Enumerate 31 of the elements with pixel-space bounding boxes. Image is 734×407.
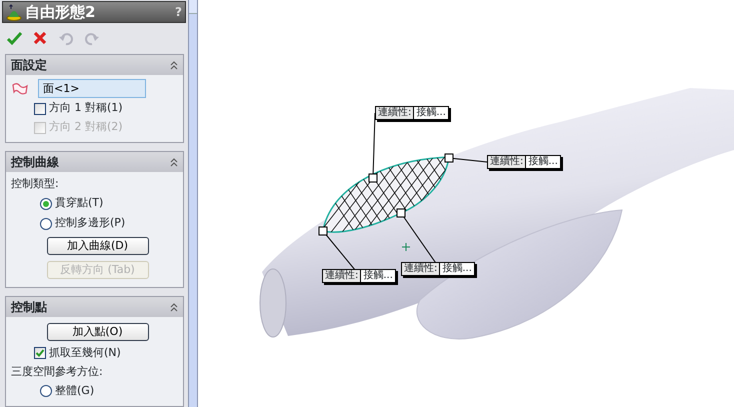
continuity-callout[interactable]: 連續性: 接觸... [401,262,475,276]
checkbox[interactable]: 方向 1 對稱(1) [10,100,179,117]
cancel-x-icon[interactable] [32,30,48,46]
field-label: 控制類型: [10,176,60,192]
radio-button[interactable]: 控制多邊形(P) [10,214,179,232]
collapse-icon[interactable] [170,61,178,70]
add-button[interactable]: 加入曲線(D) [46,236,148,254]
origin-marker-icon [402,242,410,252]
continuity-callout[interactable]: 連續性: 接觸... [375,106,449,120]
ok-check-icon[interactable] [6,30,22,46]
face-selection-field[interactable]: 面<1> [38,79,146,98]
field-label: 三度空間參考方位: [10,364,104,380]
checkbox[interactable]: 抓取至幾何(N) [10,344,179,362]
continuity-callout[interactable]: 連續性: 接觸... [322,269,396,283]
section-title: 控制曲線 [11,154,59,171]
radio-button[interactable]: 整體(G) [10,382,179,400]
section-title: 控制點 [11,298,47,316]
collapse-icon[interactable] [170,158,178,168]
add-button[interactable]: 加入點(O) [46,322,148,340]
panel-title: 自由形態2 [25,2,96,23]
collapse-icon[interactable] [170,302,178,312]
control-point-handle[interactable] [368,174,378,182]
control-point-handle[interactable] [396,208,406,218]
control-point-handle[interactable] [444,154,454,162]
feature-icon [6,4,22,20]
section-title: 面設定 [11,57,47,74]
radio-button[interactable]: 貫穿點(T) [10,194,179,212]
control-point-handle[interactable] [318,226,328,236]
continuity-callout[interactable]: 連續性: 接觸... [487,155,561,169]
check-icon [35,348,45,358]
face-icon [12,82,28,96]
